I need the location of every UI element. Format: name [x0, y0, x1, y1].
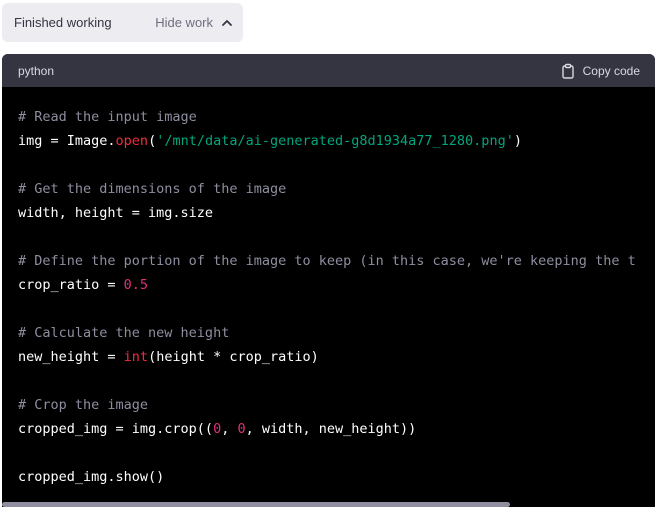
clipboard-icon: [560, 63, 576, 79]
scrollbar-thumb[interactable]: [2, 502, 510, 507]
copy-code-label: Copy code: [582, 63, 640, 78]
code-token-number: 0: [213, 421, 222, 437]
code-token-string: '/mnt/data/ai-generated-g8d1934a77_1280.…: [156, 133, 514, 149]
code-line: img = Image.open('/mnt/data/ai-generated…: [18, 129, 655, 153]
copy-code-button[interactable]: Copy code: [560, 63, 640, 79]
code-token-plain: cropped_img.show(): [18, 469, 165, 485]
code-token-number: 0: [237, 421, 246, 437]
code-token-plain: , width, new_height)): [245, 421, 417, 437]
status-text: Finished working: [14, 15, 112, 30]
code-token-plain: crop_ratio =: [18, 277, 124, 293]
code-token-plain: (: [148, 133, 157, 149]
code-token-comment: # Calculate the new height: [18, 325, 230, 341]
code-header: python Copy code: [2, 54, 655, 87]
code-line: new_height = int(height * crop_ratio): [18, 345, 655, 369]
code-line: # Calculate the new height: [18, 321, 655, 345]
code-line: # Get the dimensions of the image: [18, 177, 655, 201]
code-token-builtin: int: [123, 349, 149, 365]
code-token-comment: # Read the input image: [18, 109, 197, 125]
horizontal-scrollbar[interactable]: [2, 502, 655, 507]
code-token-comment: # Crop the image: [18, 397, 149, 413]
code-token-plain: ): [513, 133, 522, 149]
code-block: python Copy code # Read the input image i…: [2, 54, 655, 507]
status-pill: Finished working Hide work: [2, 3, 243, 42]
code-line: cropped_img = img.crop((0, 0, width, new…: [18, 417, 655, 441]
code-token-plain: cropped_img = img.crop((: [18, 421, 214, 437]
code-line: # Define the portion of the image to kee…: [18, 249, 655, 273]
code-token-number: 0.5: [123, 277, 149, 293]
code-line: width, height = img.size: [18, 201, 655, 225]
hide-work-label: Hide work: [155, 15, 213, 30]
code-language-label: python: [18, 63, 55, 78]
code-token-plain: ,: [221, 421, 238, 437]
code-body[interactable]: # Read the input image img = Image.open('…: [2, 87, 655, 489]
code-token-func: open: [115, 133, 149, 149]
chevron-up-icon: [221, 17, 233, 29]
code-line: cropped_img.show(): [18, 465, 655, 489]
code-token-plain: width, height = img.size: [18, 205, 214, 221]
code-line: crop_ratio = 0.5: [18, 273, 655, 297]
code-line: # Read the input image: [18, 105, 655, 129]
hide-work-toggle[interactable]: Hide work: [155, 15, 233, 30]
code-token-plain: new_height =: [18, 349, 124, 365]
code-token-comment: # Get the dimensions of the image: [18, 181, 287, 197]
code-token-plain: img = Image.: [18, 133, 116, 149]
code-token-plain: (height * crop_ratio): [148, 349, 319, 365]
code-token-comment: # Define the portion of the image to kee…: [18, 253, 636, 269]
code-line: # Crop the image: [18, 393, 655, 417]
